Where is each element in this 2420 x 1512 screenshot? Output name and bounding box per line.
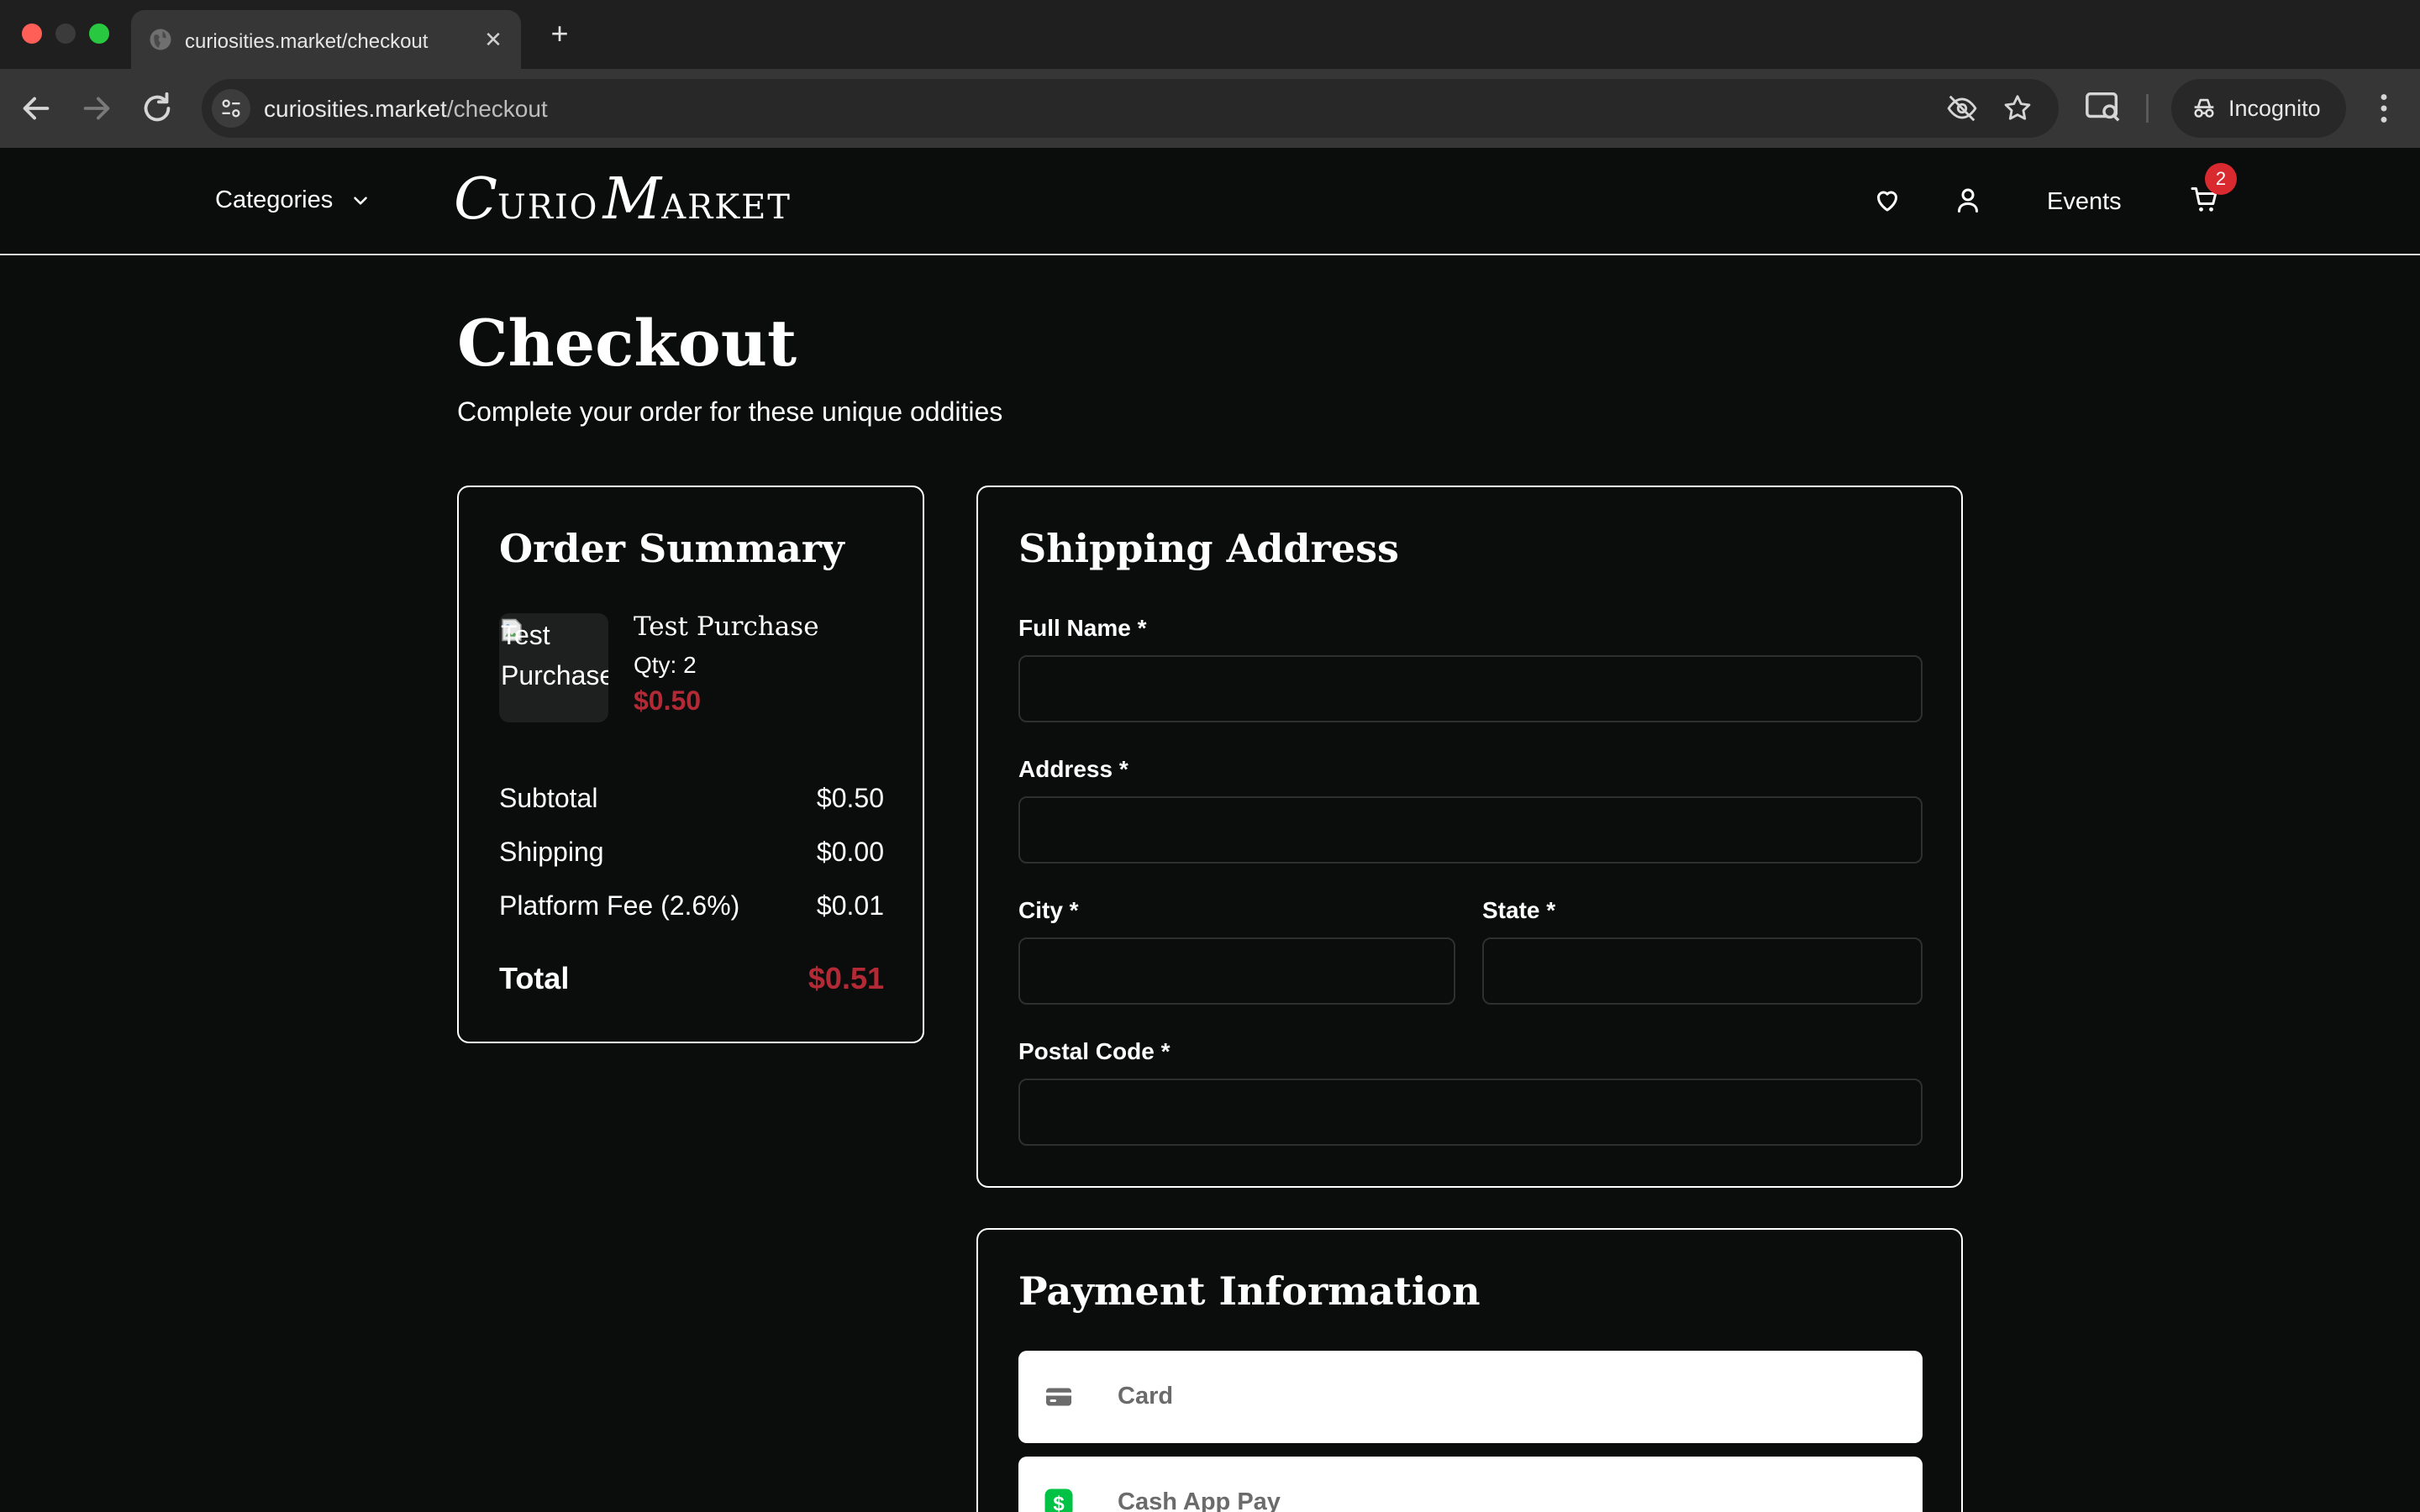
item-name: Test Purchase: [634, 612, 819, 642]
heart-icon[interactable]: [1872, 185, 1902, 215]
payment-information-card: Payment Information Card $ Cash App Pay: [976, 1228, 1963, 1512]
city-label: City *: [1018, 897, 1079, 923]
logo-text-urio: URIO: [497, 188, 599, 227]
item-quantity: Qty: 2: [634, 652, 697, 678]
shipping-row: Shipping $0.00: [499, 837, 884, 868]
browser-tab-strip: curiosities.market/checkout ✕ +: [0, 0, 2420, 69]
card-icon: [1046, 1388, 1071, 1406]
user-icon[interactable]: [1953, 185, 1983, 215]
window-close-button[interactable]: [22, 24, 42, 44]
browser-toolbar: curiosities.market/checkout: [0, 69, 2420, 148]
total-value: $0.51: [808, 961, 884, 995]
url-domain: curiosities.market: [264, 96, 447, 122]
site-header: Categories CURIO MARKET Events 2: [0, 148, 2420, 255]
more-menu-icon[interactable]: [2365, 89, 2403, 128]
item-price: $0.50: [634, 685, 702, 716]
categories-label: Categories: [215, 186, 334, 213]
url-path: /checkout: [446, 96, 548, 122]
chevron-down-icon: [354, 196, 368, 205]
state-label: State *: [1482, 897, 1556, 923]
close-tab-icon[interactable]: ✕: [481, 27, 506, 52]
logo-letter-m: M: [602, 166, 662, 233]
address-input[interactable]: [1018, 796, 1923, 864]
incognito-icon: [2194, 98, 2214, 118]
window-zoom-button[interactable]: [89, 24, 109, 44]
order-summary-card: Order Summary Test Purchase Test Purchas…: [457, 486, 924, 1043]
events-link[interactable]: Events: [2047, 188, 2122, 216]
shipping-address-title: Shipping Address: [1018, 526, 1399, 571]
incognito-indicator[interactable]: Incognito: [2171, 79, 2346, 138]
payment-option-cash-app[interactable]: $ Cash App Pay: [1018, 1457, 1923, 1512]
site-info-button[interactable]: [212, 89, 250, 128]
tune-icon: [222, 99, 240, 118]
page-subtitle: Complete your order for these unique odd…: [457, 396, 1003, 427]
cash-app-icon: $: [1044, 1488, 1073, 1512]
globe-icon: [150, 29, 171, 50]
eye-off-icon[interactable]: [1946, 92, 1978, 124]
subtotal-label: Subtotal: [499, 783, 598, 813]
shipping-value: $0.00: [816, 837, 884, 867]
total-label: Total: [499, 961, 570, 995]
payment-option-cash-app-label: Cash App Pay: [1118, 1488, 1281, 1512]
bookmark-star-icon[interactable]: [2002, 92, 2033, 124]
toolbar-divider: [2146, 94, 2149, 123]
full-name-input[interactable]: [1018, 655, 1923, 722]
order-summary-title: Order Summary: [499, 526, 844, 571]
payment-option-card-label: Card: [1118, 1383, 1174, 1410]
svg-text:$: $: [1053, 1493, 1065, 1512]
platform-fee-value: $0.01: [816, 890, 884, 921]
full-name-label: Full Name *: [1018, 615, 1147, 641]
payment-information-title: Payment Information: [1018, 1268, 1481, 1314]
tab-title: curiosities.market/checkout: [185, 30, 429, 53]
incognito-label: Incognito: [2228, 96, 2321, 121]
page-title: Checkout: [457, 306, 797, 381]
subtotal-row: Subtotal $0.50: [499, 783, 884, 814]
address-bar[interactable]: curiosities.market/checkout: [202, 79, 2059, 138]
postal-code-label: Postal Code *: [1018, 1038, 1171, 1064]
state-input[interactable]: [1482, 937, 1923, 1005]
logo-letter-c: C: [454, 166, 498, 233]
tab-search-icon[interactable]: [2084, 87, 2123, 126]
shipping-label: Shipping: [499, 837, 604, 867]
reload-icon[interactable]: [138, 89, 176, 128]
categories-menu[interactable]: Categories: [215, 186, 371, 214]
address-label: Address *: [1018, 756, 1128, 782]
site-logo[interactable]: CURIO MARKET: [454, 166, 792, 233]
browser-tab[interactable]: curiosities.market/checkout ✕: [131, 10, 521, 69]
city-input[interactable]: [1018, 937, 1455, 1005]
total-row: Total $0.51: [499, 961, 884, 996]
new-tab-button[interactable]: +: [543, 17, 576, 50]
cart-count-badge: 2: [2205, 163, 2237, 195]
shipping-address-card: Shipping Address Full Name * Address * C…: [976, 486, 1963, 1188]
platform-fee-label: Platform Fee (2.6%): [499, 890, 740, 921]
url-text: curiosities.market/checkout: [264, 96, 548, 123]
item-image: Test Purchase: [499, 613, 608, 722]
payment-option-card[interactable]: Card: [1018, 1351, 1923, 1443]
logo-text-arket: ARKET: [661, 188, 792, 227]
window-minimize-button[interactable]: [55, 24, 76, 44]
subtotal-value: $0.50: [816, 783, 884, 813]
item-image-alt-text: Test Purchase: [501, 620, 608, 690]
postal-code-input[interactable]: [1018, 1079, 1923, 1146]
forward-arrow-icon[interactable]: [77, 89, 116, 128]
back-arrow-icon[interactable]: [17, 89, 55, 128]
platform-fee-row: Platform Fee (2.6%) $0.01: [499, 890, 884, 921]
